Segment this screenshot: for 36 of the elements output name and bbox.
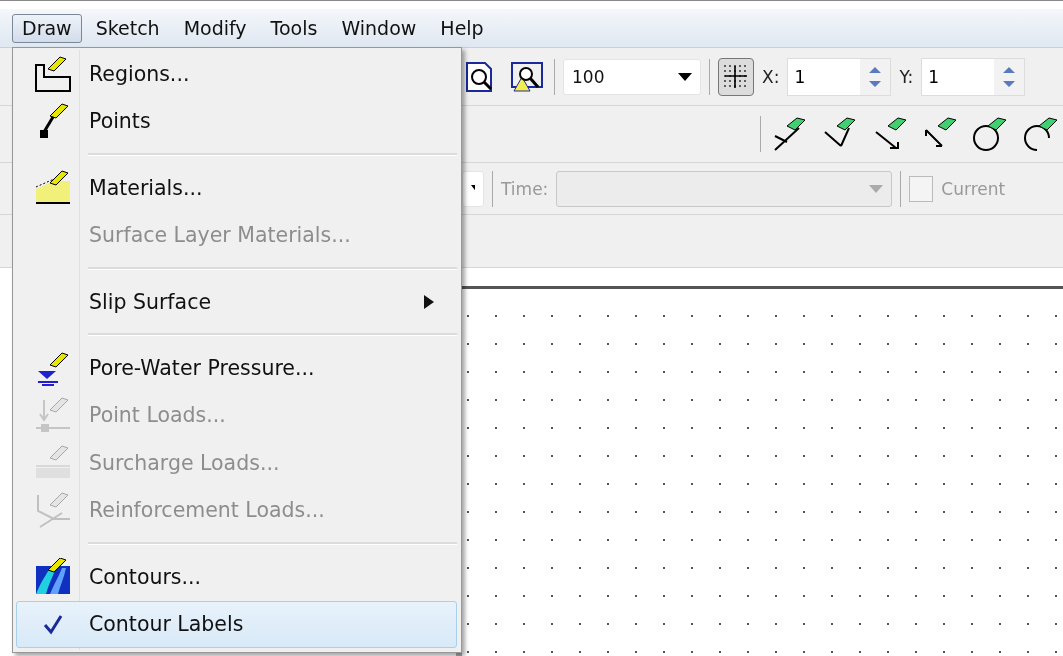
- x-spin-field[interactable]: 1: [787, 57, 892, 96]
- dropdown-arrow-icon: [471, 184, 475, 193]
- contours-icon: [34, 557, 72, 596]
- x-label: X:: [762, 66, 780, 87]
- point-load-icon: [34, 396, 72, 435]
- current-label: Current: [941, 178, 1006, 199]
- menu-bar-item[interactable]: Modify: [173, 13, 257, 43]
- menu-bar-item[interactable]: Help: [430, 13, 494, 43]
- y-spin-field[interactable]: 1: [921, 57, 1026, 96]
- dropdown-arrow-icon: [678, 72, 692, 81]
- reinforcement-load-icon: [34, 491, 72, 530]
- materials-icon: [34, 168, 72, 207]
- zoom-objects-icon: [510, 60, 544, 93]
- grid-icon: [722, 62, 750, 91]
- current-checkbox[interactable]: [909, 175, 934, 202]
- menu-item[interactable]: Contours...: [16, 553, 457, 601]
- menu-item[interactable]: Materials...: [16, 163, 457, 212]
- dropdown-button[interactable]: [462, 170, 484, 207]
- snap-grid-button[interactable]: [718, 57, 754, 96]
- menu-item[interactable]: Regions...: [16, 50, 457, 98]
- regions-icon: [34, 54, 72, 93]
- menu-bar-item[interactable]: Tools: [260, 13, 328, 43]
- menu-item[interactable]: Slip Surface: [16, 277, 457, 326]
- time-label: Time:: [501, 178, 549, 199]
- spin-arrows-icon: [860, 58, 891, 95]
- menu-item[interactable]: Pore-Water Pressure...: [16, 344, 457, 392]
- menu-item[interactable]: Points: [16, 97, 457, 145]
- submenu-arrow-icon: [424, 294, 434, 309]
- menu-item[interactable]: Contour Labels: [16, 600, 457, 649]
- menu-bar-item[interactable]: Window: [331, 13, 427, 43]
- y-label: Y:: [899, 66, 914, 87]
- spin-arrows-icon: [994, 58, 1025, 95]
- menu-bar-item[interactable]: Draw: [12, 13, 82, 43]
- menu-bar-item[interactable]: Sketch: [85, 13, 170, 43]
- dropdown-arrow-icon: [869, 184, 884, 193]
- zoom-dropdown[interactable]: 100: [563, 58, 701, 95]
